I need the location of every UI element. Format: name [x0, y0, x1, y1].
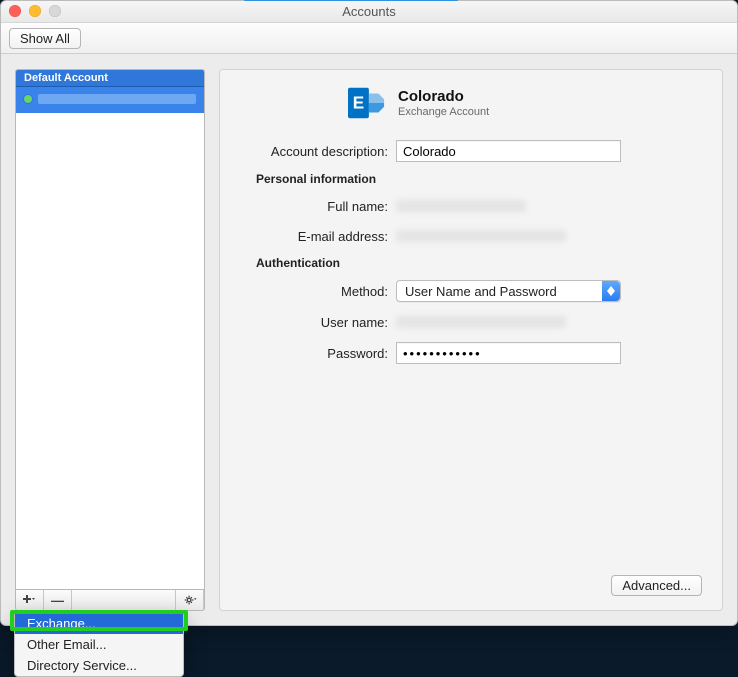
row-section-auth: Authentication — [238, 256, 704, 270]
section-authentication: Authentication — [238, 256, 340, 270]
account-status-indicator — [24, 95, 32, 103]
svg-text:E: E — [353, 94, 364, 113]
accounts-window: Accounts Show All Default Account — [0, 0, 738, 626]
window-controls — [9, 5, 61, 17]
menu-item-exchange[interactable]: Exchange... — [15, 613, 183, 634]
row-method: Method: User Name and Password — [238, 280, 704, 302]
row-account-description: Account description: — [238, 140, 704, 162]
show-all-button[interactable]: Show All — [9, 28, 81, 49]
menu-item-directory-service[interactable]: Directory Service... — [15, 655, 183, 676]
account-header-row: E Colorado Exchange Account — [348, 84, 704, 122]
label-method: Method: — [238, 284, 388, 299]
content-area: Default Account — — [1, 55, 737, 625]
zoom-window-button[interactable] — [49, 5, 61, 17]
account-settings-button[interactable] — [176, 590, 204, 610]
auth-method-value: User Name and Password — [405, 284, 557, 299]
account-type-label: Exchange Account — [398, 106, 489, 118]
label-username: User name: — [238, 315, 388, 330]
minimize-window-button[interactable] — [29, 5, 41, 17]
close-window-button[interactable] — [9, 5, 21, 17]
window-title: Accounts — [342, 4, 395, 19]
account-description-input[interactable] — [396, 140, 621, 162]
section-personal-information: Personal information — [238, 172, 376, 186]
account-list-header: Default Account — [16, 70, 204, 87]
account-detail-panel: E Colorado Exchange Account Account desc… — [219, 69, 723, 611]
row-email: E-mail address: — [238, 226, 704, 246]
email-value-redacted — [396, 226, 621, 246]
account-header-text: Colorado Exchange Account — [398, 88, 489, 118]
select-arrows-icon — [602, 281, 620, 301]
account-name-redacted — [38, 94, 196, 104]
row-username: User name: — [238, 312, 704, 332]
account-list[interactable]: Default Account — [15, 69, 205, 589]
row-full-name: Full name: — [238, 196, 704, 216]
plus-dropdown-icon — [23, 593, 37, 607]
add-account-button[interactable] — [16, 590, 44, 610]
remove-account-button[interactable]: — — [44, 590, 72, 610]
password-input[interactable] — [396, 342, 621, 364]
window-titlebar: Accounts — [1, 1, 737, 23]
account-row-selected[interactable] — [16, 87, 204, 113]
label-full-name: Full name: — [238, 199, 388, 214]
row-password: Password: — [238, 342, 704, 364]
label-email-address: E-mail address: — [238, 229, 388, 244]
exchange-icon: E — [348, 84, 386, 122]
preferences-toolbar: Show All — [1, 23, 737, 54]
label-account-description: Account description: — [238, 144, 388, 159]
row-section-personal: Personal information — [238, 172, 704, 186]
auth-method-select[interactable]: User Name and Password — [396, 280, 621, 302]
accounts-sidebar: Default Account — — [15, 69, 205, 611]
label-password: Password: — [238, 346, 388, 361]
sidebar-controls: — — [15, 589, 205, 611]
add-account-menu: Exchange... Other Email... Directory Ser… — [14, 612, 184, 677]
username-value-redacted — [396, 312, 621, 332]
menu-item-other-email[interactable]: Other Email... — [15, 634, 183, 655]
gear-icon — [183, 593, 197, 607]
advanced-button-wrapper: Advanced... — [611, 575, 702, 596]
advanced-button[interactable]: Advanced... — [611, 575, 702, 596]
full-name-value-redacted — [396, 196, 621, 216]
sidebar-control-spacer — [72, 590, 176, 610]
account-display-name: Colorado — [398, 88, 489, 105]
